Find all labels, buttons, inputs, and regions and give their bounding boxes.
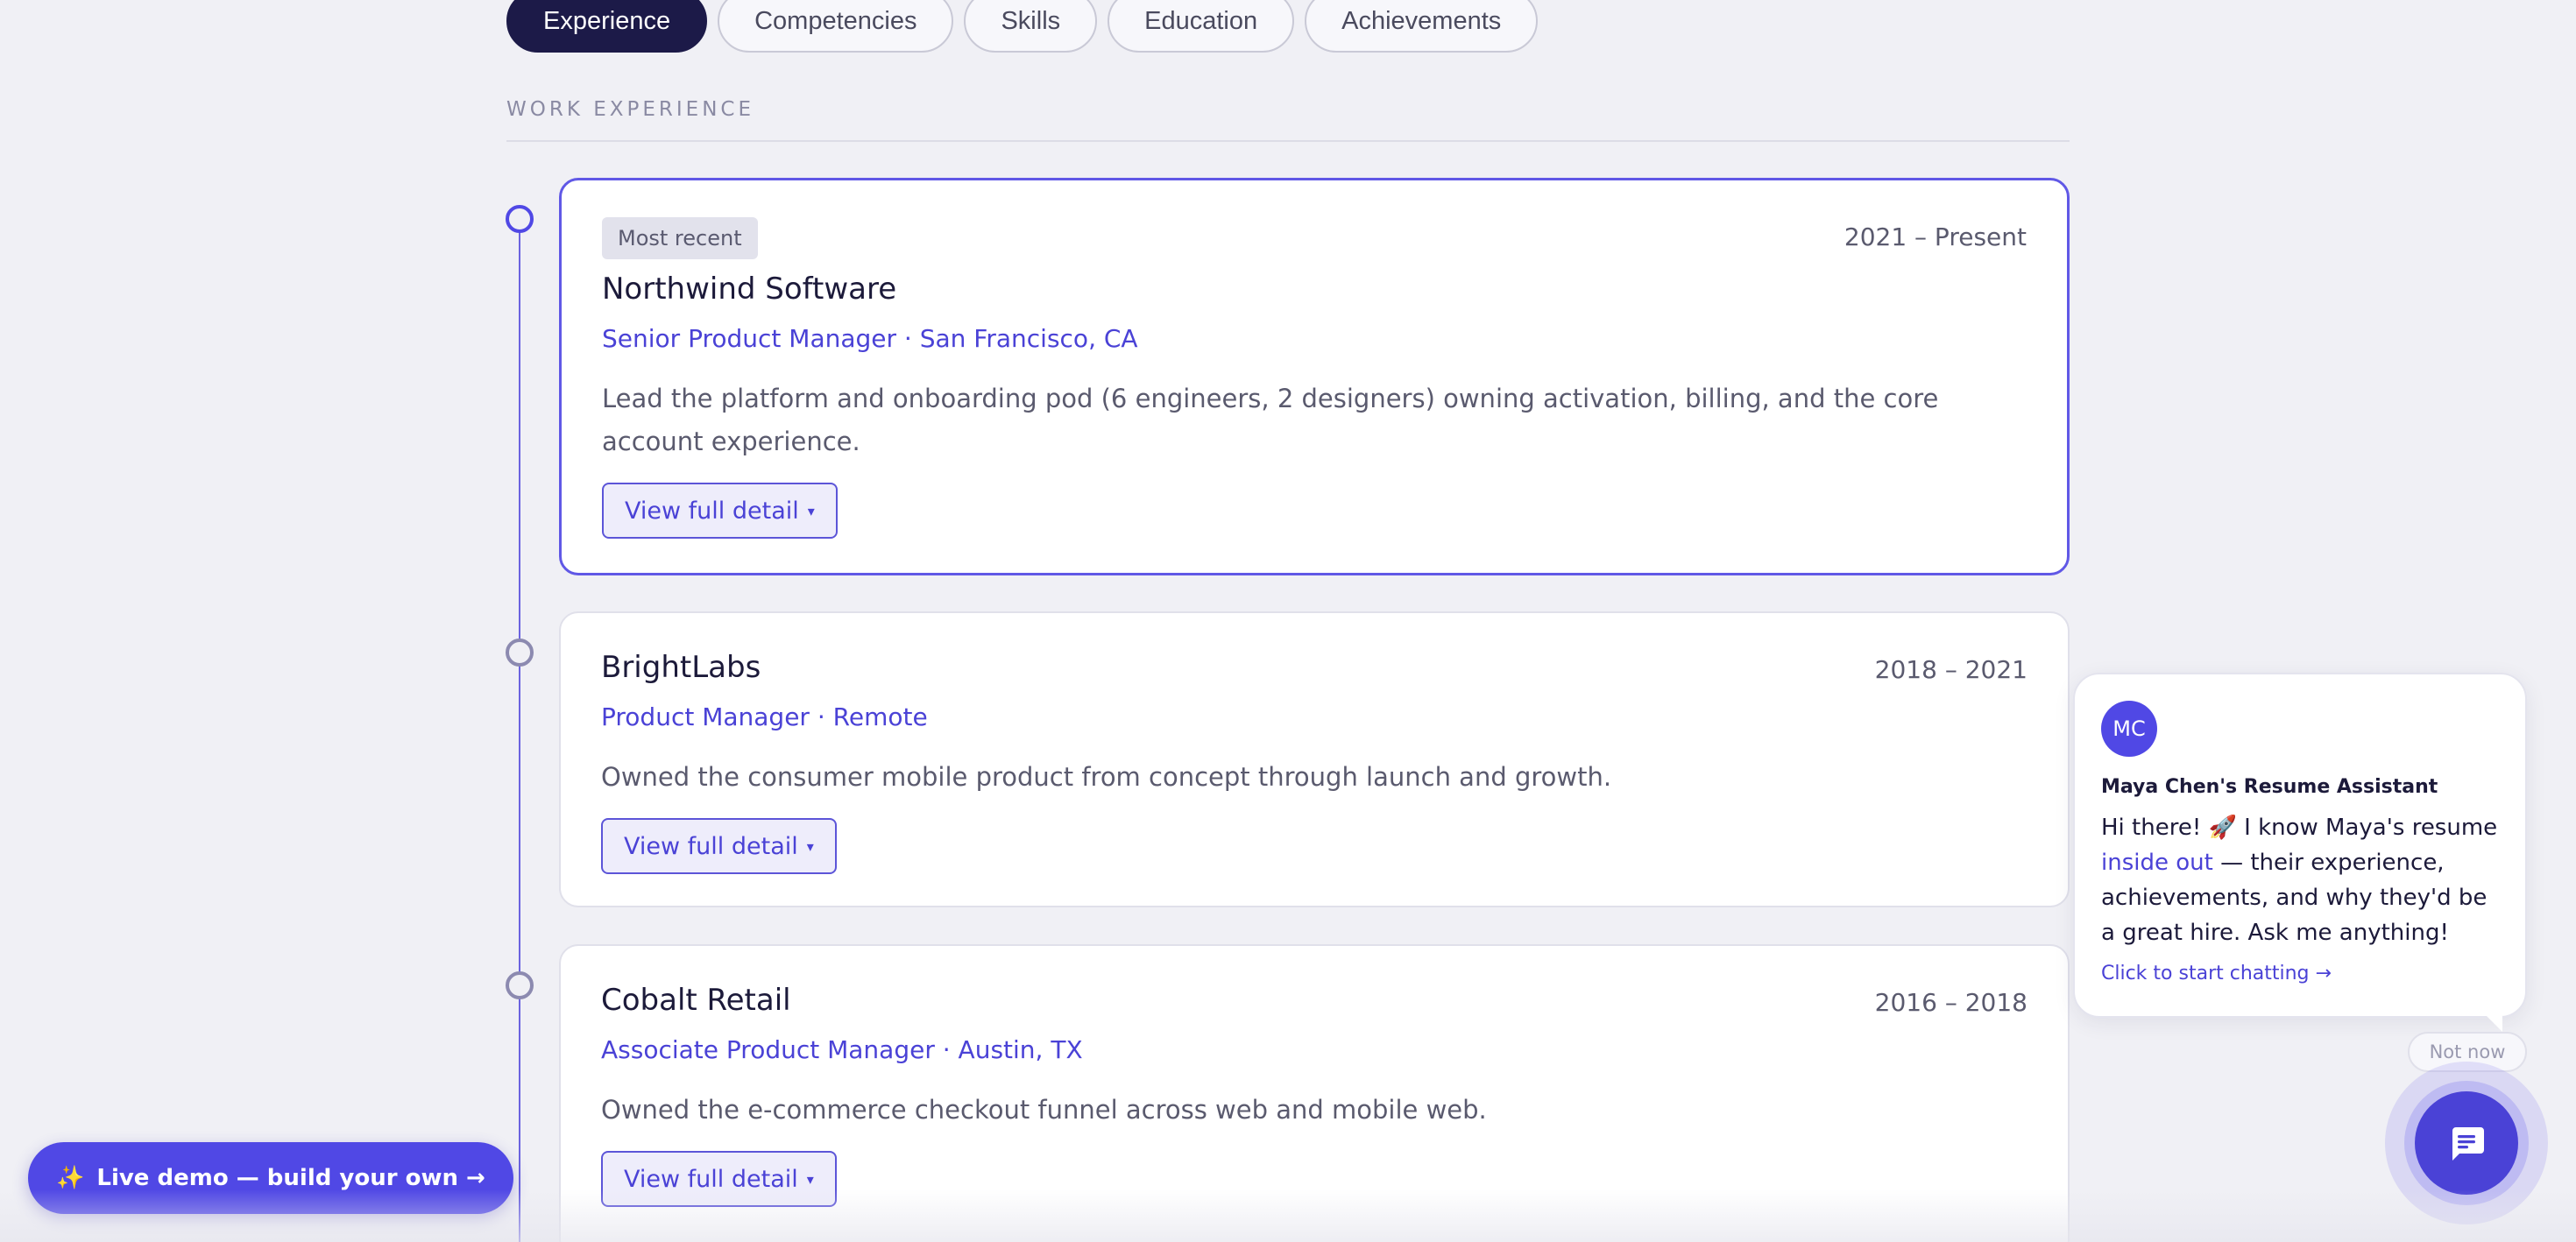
job-role: Product Manager · Remote — [601, 702, 928, 731]
tab-competencies[interactable]: Competencies — [718, 0, 954, 53]
chevron-down-icon: ▾ — [806, 837, 814, 855]
section-heading: WORK EXPERIENCE — [506, 98, 755, 121]
view-detail-button[interactable]: View full detail ▾ — [601, 1151, 837, 1207]
chat-message: Hi there! 🚀 I know Maya's resume inside … — [2101, 810, 2499, 950]
chevron-down-icon: ▾ — [806, 1170, 814, 1188]
tab-experience[interactable]: Experience — [506, 0, 708, 53]
section-divider — [506, 140, 2070, 142]
job-dates: 2016 – 2018 — [1874, 988, 2028, 1017]
company-name: Northwind Software — [602, 272, 897, 307]
chat-launcher-button[interactable] — [2415, 1091, 2518, 1195]
live-demo-button[interactable]: ✨ Live demo — build your own → — [28, 1142, 513, 1214]
chat-message-start: Hi there! 🚀 I know Maya's resume — [2101, 815, 2498, 841]
tab-achievements[interactable]: Achievements — [1305, 0, 1539, 53]
job-dates: 2021 – Present — [1844, 222, 2027, 251]
timeline-dot — [506, 639, 534, 667]
experience-card: 2016 – 2018 Cobalt Retail Associate Prod… — [559, 944, 2070, 1242]
company-name: Cobalt Retail — [601, 983, 791, 1018]
chat-invite-bubble[interactable]: MC Maya Chen's Resume Assistant Hi there… — [2073, 673, 2527, 1032]
sparkle-icon: ✨ — [56, 1165, 85, 1191]
chat-message-highlight: inside out — [2101, 850, 2213, 876]
job-role: Associate Product Manager · Austin, TX — [601, 1035, 1083, 1064]
chevron-down-icon: ▾ — [807, 502, 815, 519]
view-detail-label: View full detail — [625, 497, 799, 525]
most-recent-badge: Most recent — [602, 217, 758, 259]
live-demo-label: Live demo — build your own → — [96, 1165, 485, 1191]
tab-skills[interactable]: Skills — [964, 0, 1098, 53]
experience-card: 2018 – 2021 BrightLabs Product Manager ·… — [559, 611, 2070, 907]
view-detail-label: View full detail — [624, 1165, 798, 1193]
section-tabs: Experience Competencies Skills Education… — [506, 0, 1539, 53]
timeline-dot — [506, 205, 534, 233]
job-description: Owned the consumer mobile product from c… — [601, 762, 1612, 792]
job-description: Lead the platform and onboarding pod (6 … — [602, 384, 1939, 456]
job-dates: 2018 – 2021 — [1874, 655, 2028, 684]
tab-education[interactable]: Education — [1108, 0, 1295, 53]
chat-bubble-icon — [2452, 1127, 2484, 1161]
view-detail-button[interactable]: View full detail ▾ — [602, 483, 838, 539]
avatar: MC — [2101, 701, 2157, 757]
assistant-name: Maya Chen's Resume Assistant — [2101, 776, 2438, 798]
timeline-dot — [506, 971, 534, 999]
company-name: BrightLabs — [601, 650, 761, 685]
view-detail-label: View full detail — [624, 832, 798, 860]
start-chat-link[interactable]: Click to start chatting → — [2101, 963, 2499, 984]
job-description: Owned the e-commerce checkout funnel acr… — [601, 1095, 1487, 1125]
timeline-line — [519, 210, 520, 1242]
experience-card: Most recent 2021 – Present Northwind Sof… — [559, 178, 2070, 575]
job-role: Senior Product Manager · San Francisco, … — [602, 324, 1138, 353]
view-detail-button[interactable]: View full detail ▾ — [601, 818, 837, 874]
